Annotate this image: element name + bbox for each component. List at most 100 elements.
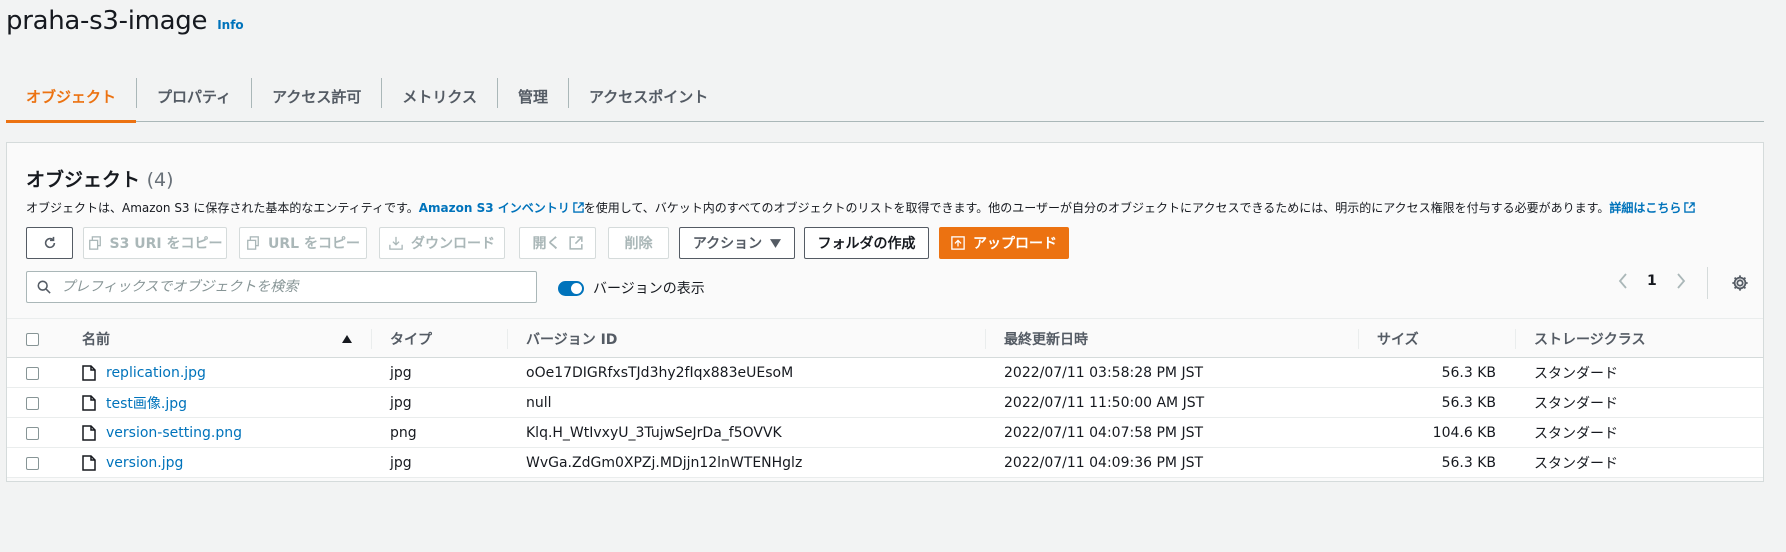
page-header: praha-s3-image Info xyxy=(6,6,244,36)
row-checkbox[interactable] xyxy=(26,396,39,410)
actions-dropdown[interactable]: アクション xyxy=(679,227,795,259)
storage-class: スタンダード xyxy=(1534,396,1618,412)
tab-permissions[interactable]: アクセス許可 xyxy=(252,72,381,121)
create-folder-button[interactable]: フォルダの作成 xyxy=(804,227,929,259)
file-icon xyxy=(82,455,96,471)
external-link-icon xyxy=(1684,202,1696,213)
objects-panel: オブジェクト (4) オブジェクトは、Amazon S3 に保存された基本的なエ… xyxy=(6,142,1764,482)
object-name: version-setting.png xyxy=(106,425,242,441)
select-all-checkbox[interactable] xyxy=(26,332,39,346)
tab-label: アクセスポイント xyxy=(588,88,709,106)
download-button[interactable]: ダウンロード xyxy=(379,227,505,259)
copy-url-button[interactable]: URL をコピー xyxy=(239,227,367,259)
refresh-button[interactable] xyxy=(26,227,73,259)
tab-access-points[interactable]: アクセスポイント xyxy=(569,72,728,121)
object-type: jpg xyxy=(390,395,412,411)
search-input[interactable] xyxy=(61,279,511,295)
row-select-cell xyxy=(26,448,39,478)
panel-description: オブジェクトは、Amazon S3 に保存された基本的なエンティティです。Ama… xyxy=(26,199,1696,216)
button-label: アクション xyxy=(692,236,763,252)
sort-ascending-icon xyxy=(342,335,352,343)
column-label: 最終更新日時 xyxy=(1004,332,1088,348)
object-name: version.jpg xyxy=(106,455,184,471)
panel-title-text: オブジェクト xyxy=(26,169,141,191)
version-id: Klq.H_WtIvxyU_3TujwSeJrDa_f5OVVK xyxy=(526,425,782,441)
download-icon xyxy=(389,236,403,250)
column-label: バージョン ID xyxy=(526,332,618,348)
column-label: タイプ xyxy=(390,332,432,348)
tab-label: プロパティ xyxy=(157,88,232,106)
copy-s3-uri-button[interactable]: S3 URI をコピー xyxy=(83,227,227,259)
current-page[interactable]: 1 xyxy=(1647,273,1657,289)
col-last-modified[interactable]: 最終更新日時 xyxy=(1004,319,1088,359)
table-row: test画像.jpg jpg null 2022/07/11 11:50:00 … xyxy=(7,388,1763,418)
copy-icon xyxy=(247,236,259,250)
copy-icon xyxy=(88,236,101,250)
tab-label: 管理 xyxy=(517,88,548,106)
column-label: 名前 xyxy=(82,332,110,348)
row-select-cell xyxy=(26,358,39,388)
object-size: 104.6 KB xyxy=(1432,425,1496,441)
col-name[interactable]: 名前 xyxy=(82,319,352,359)
upload-button[interactable]: アップロード xyxy=(939,227,1069,259)
col-storage-class[interactable]: ストレージクラス xyxy=(1534,319,1645,359)
column-divider xyxy=(985,329,986,349)
inventory-link[interactable]: Amazon S3 インベントリ xyxy=(419,201,584,215)
learn-more-link[interactable]: 詳細はこちら xyxy=(1609,201,1696,215)
external-link-icon xyxy=(568,236,583,250)
column-label: サイズ xyxy=(1377,332,1419,348)
object-count: (4) xyxy=(146,169,174,191)
inventory-link-label: Amazon S3 インベントリ xyxy=(418,201,570,215)
col-size[interactable]: サイズ xyxy=(1377,319,1419,359)
tab-metrics[interactable]: メトリクス xyxy=(382,72,497,121)
version-id: null xyxy=(526,395,552,411)
button-label: URL をコピー xyxy=(268,236,360,252)
button-label: S3 URI をコピー xyxy=(109,236,223,252)
row-checkbox[interactable] xyxy=(26,456,39,470)
panel-title: オブジェクト (4) xyxy=(26,165,174,192)
row-checkbox[interactable] xyxy=(26,426,39,440)
table-body: replication.jpg jpg oOe17DIGRfxsTJd3hy2f… xyxy=(7,358,1763,478)
delete-button[interactable]: 削除 xyxy=(608,227,669,259)
gear-icon[interactable] xyxy=(1731,274,1749,292)
pagination: 1 xyxy=(1617,273,1687,289)
learn-more-label: 詳細はこちら xyxy=(1609,201,1682,215)
search-box xyxy=(26,271,537,303)
chevron-left-icon[interactable] xyxy=(1617,273,1629,289)
tab-management[interactable]: 管理 xyxy=(498,72,568,121)
file-icon xyxy=(82,395,96,411)
description-text: オブジェクトは、Amazon S3 に保存された基本的なエンティティです。 xyxy=(26,201,419,215)
button-label: フォルダの作成 xyxy=(817,236,916,252)
file-icon xyxy=(82,365,96,381)
button-label: 削除 xyxy=(624,236,653,252)
show-versions-toggle[interactable] xyxy=(558,280,584,296)
object-name-link[interactable]: version-setting.png xyxy=(82,418,242,448)
file-icon xyxy=(82,425,96,441)
table-row: replication.jpg jpg oOe17DIGRfxsTJd3hy2f… xyxy=(7,358,1763,388)
object-name-link[interactable]: version.jpg xyxy=(82,448,183,478)
storage-class: スタンダード xyxy=(1534,366,1618,382)
table-row: version.jpg jpg WvGa.ZdGm0XPZj.MDjjn12ln… xyxy=(7,448,1763,478)
last-modified: 2022/07/11 04:09:36 PM JST xyxy=(1004,455,1204,471)
version-id: oOe17DIGRfxsTJd3hy2fIqx883eUEsoM xyxy=(526,365,794,381)
objects-table: 名前 タイプ バージョン ID 最終更新日時 サイズ ストレージクラス repl… xyxy=(7,318,1763,478)
column-divider xyxy=(1515,329,1516,349)
tab-properties[interactable]: プロパティ xyxy=(137,72,251,121)
col-type[interactable]: タイプ xyxy=(390,319,432,359)
storage-class: スタンダード xyxy=(1534,456,1618,472)
info-link[interactable]: Info xyxy=(217,18,243,32)
row-select-cell xyxy=(26,388,39,418)
column-label: ストレージクラス xyxy=(1534,332,1646,348)
object-name-link[interactable]: replication.jpg xyxy=(82,358,206,388)
version-id: WvGa.ZdGm0XPZj.MDjjn12lnWTENHglz xyxy=(526,455,803,471)
row-checkbox[interactable] xyxy=(26,366,39,380)
col-version-id[interactable]: バージョン ID xyxy=(526,319,617,359)
chevron-right-icon[interactable] xyxy=(1675,273,1687,289)
object-name: test画像.jpg xyxy=(106,396,187,412)
tab-objects[interactable]: オブジェクト xyxy=(6,72,137,123)
object-name-link[interactable]: test画像.jpg xyxy=(82,388,187,418)
object-type: jpg xyxy=(390,455,412,471)
tab-bar: オブジェクト プロパティ アクセス許可 メトリクス 管理 アクセスポイント xyxy=(6,72,1764,123)
column-divider xyxy=(507,329,508,349)
open-button[interactable]: 開く xyxy=(519,227,596,259)
